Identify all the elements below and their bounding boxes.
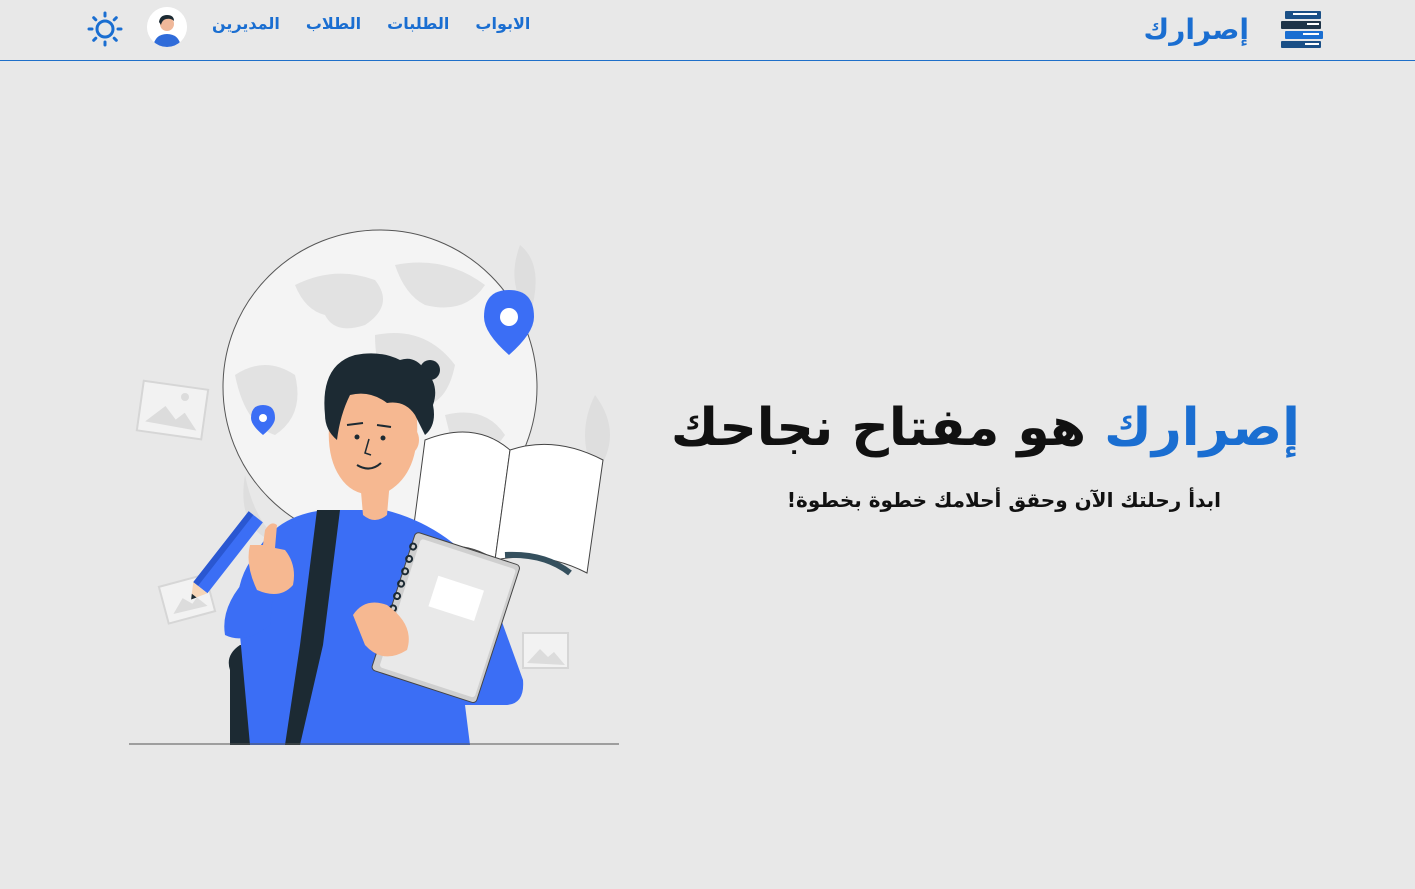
nav-link-students[interactable]: الطلاب xyxy=(306,14,361,33)
theme-toggle-button[interactable] xyxy=(87,11,123,47)
main-nav: الابواب الطلبات الطلاب المديرين xyxy=(212,14,530,33)
hero-subtitle: ابدأ رحلتك الآن وحقق أحلامك خطوة بخطوة! xyxy=(786,488,1221,512)
photo-frame-icon xyxy=(522,632,569,669)
hero-title: إصرارك هو مفتاح نجاحك xyxy=(671,398,1300,458)
user-avatar[interactable] xyxy=(147,7,187,47)
photo-frame-icon xyxy=(135,379,210,441)
brand-name: إصرارك xyxy=(1143,12,1249,46)
nav-link-managers[interactable]: المديرين xyxy=(212,14,280,33)
user-avatar-icon xyxy=(147,7,187,47)
hero-title-accent: إصرارك xyxy=(1104,398,1300,458)
brand[interactable]: إصرارك xyxy=(1144,6,1327,52)
hero-title-rest: هو مفتاح نجاحك xyxy=(670,398,1087,458)
nav-link-sections[interactable]: الابواب xyxy=(475,14,530,33)
student-illustration xyxy=(129,229,619,745)
nav-link-requests[interactable]: الطلبات xyxy=(387,14,449,33)
stacked-books-icon xyxy=(1281,11,1323,48)
top-navbar: إصرارك الابواب الطلبات الطلاب المديرين xyxy=(0,0,1415,61)
sun-icon xyxy=(87,11,123,47)
